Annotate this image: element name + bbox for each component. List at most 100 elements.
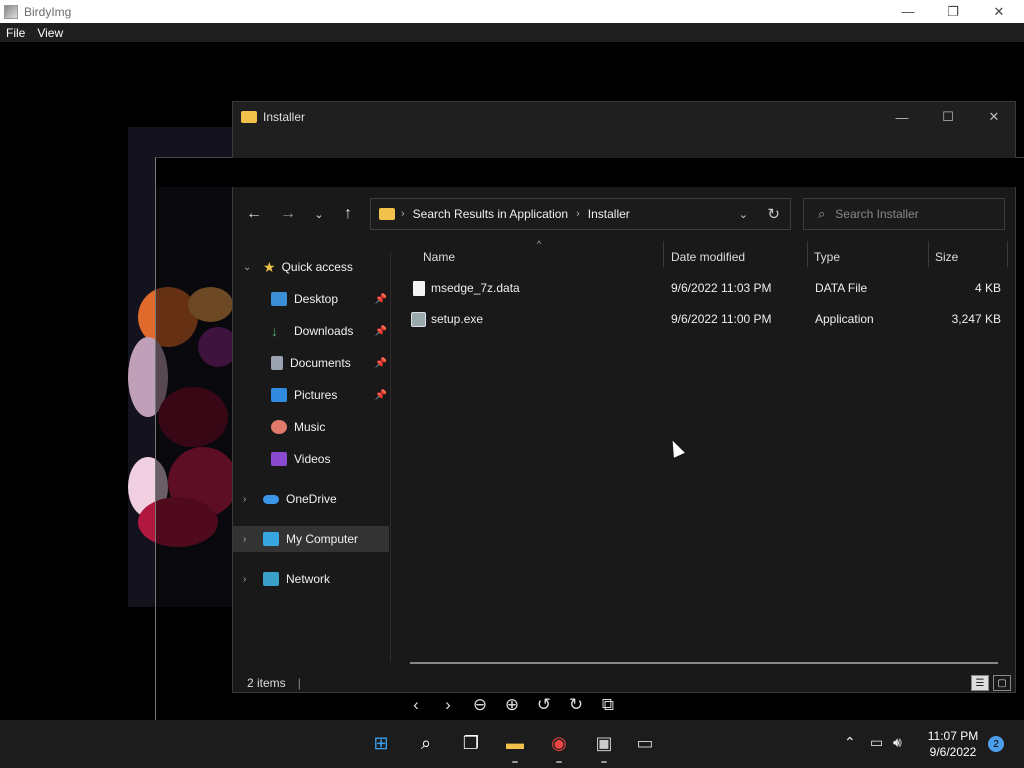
chrome-icon[interactable]: ◉: [546, 730, 572, 756]
column-separator[interactable]: [663, 241, 664, 267]
document-icon: [271, 356, 283, 370]
sidebar-item-documents[interactable]: Documents 📌: [233, 350, 389, 376]
task-view-icon[interactable]: ❐: [458, 730, 484, 756]
maximize-button[interactable]: ❐: [930, 0, 976, 23]
rotate-left-icon[interactable]: ↺: [528, 695, 560, 715]
clock-time: 11:07 PM: [927, 729, 979, 743]
recent-chevron-icon[interactable]: ⌄: [304, 199, 334, 229]
address-bar[interactable]: › Search Results in Application › Instal…: [370, 198, 791, 230]
column-separator[interactable]: [807, 241, 808, 267]
app-titlebar: BirdyImg — ❐ ✕: [0, 0, 1024, 23]
network-icon[interactable]: ▭: [870, 734, 883, 751]
sort-ascending-icon: ^: [537, 239, 542, 249]
app-menubar: File View: [0, 23, 1024, 42]
zoom-in-icon[interactable]: ⊕: [496, 695, 528, 715]
column-date-modified[interactable]: Date modified: [671, 245, 745, 269]
chevron-right-icon[interactable]: ›: [243, 534, 246, 545]
thumbnail-view-icon[interactable]: ▢: [993, 675, 1011, 691]
app-icon: [4, 4, 18, 19]
gallery-icon[interactable]: ⧉: [592, 695, 624, 715]
start-icon[interactable]: ⊞: [368, 730, 394, 756]
explorer-titlebar: Installer — ☐ ✕: [233, 102, 1015, 132]
search-input[interactable]: ⌕ Search Installer: [803, 198, 1005, 230]
column-separator[interactable]: [928, 241, 929, 267]
details-view-icon[interactable]: ☰: [971, 675, 989, 691]
notification-badge[interactable]: 2: [988, 736, 1004, 752]
search-icon[interactable]: ⌕: [413, 730, 439, 756]
sidebar-item-videos[interactable]: Videos: [233, 446, 389, 472]
rotate-right-icon[interactable]: ↻: [560, 695, 592, 715]
birdyimg-icon[interactable]: ▣: [591, 730, 617, 756]
pin-icon[interactable]: 📌: [375, 294, 387, 305]
close-button[interactable]: ✕: [976, 0, 1022, 23]
sidebar-item-music[interactable]: Music: [233, 414, 389, 440]
exe-icon: [411, 312, 426, 327]
sidebar-item-onedrive[interactable]: › OneDrive: [233, 486, 389, 512]
file-explorer-icon[interactable]: ▬: [502, 730, 528, 756]
explorer-maximize-button[interactable]: ☐: [925, 102, 971, 132]
file-row[interactable]: setup.exe 9/6/2022 11:00 PM Application …: [391, 304, 1015, 334]
back-arrow-icon[interactable]: ←: [239, 199, 269, 229]
sidebar-item-my-computer[interactable]: › My Computer: [233, 526, 389, 552]
file-row[interactable]: msedge_7z.data 9/6/2022 11:03 PM DATA Fi…: [391, 273, 1015, 303]
taskbar: ⊞ ⌕ ❐ ▬ ◉ ▣ ▭ ⌃ ▭ 🔊︎ 11:07 PM 9/6/2022 2: [0, 720, 1024, 768]
forward-arrow-icon[interactable]: →: [273, 199, 303, 229]
file-type: DATA File: [815, 281, 868, 295]
search-placeholder: Search Installer: [835, 207, 919, 221]
chevron-down-icon[interactable]: ⌄: [243, 262, 251, 273]
clock-date: 9/6/2022: [929, 745, 977, 759]
music-icon: [271, 420, 287, 434]
terminal-icon[interactable]: ▭: [632, 730, 658, 756]
breadcrumb-search-results[interactable]: Search Results in Application: [413, 207, 568, 221]
column-name[interactable]: Name: [423, 245, 455, 269]
item-count: 2 items: [247, 676, 286, 690]
app-title: BirdyImg: [24, 4, 72, 19]
file-type: Application: [815, 312, 874, 326]
explorer-close-button[interactable]: ✕: [971, 102, 1017, 132]
clock[interactable]: 11:07 PM 9/6/2022: [920, 728, 986, 760]
file-size: 3,247 KB: [951, 312, 1001, 326]
pin-icon[interactable]: 📌: [375, 326, 387, 337]
star-icon: ★: [263, 258, 276, 275]
folder-icon: [241, 111, 257, 123]
sidebar-item-desktop[interactable]: Desktop 📌: [233, 286, 389, 312]
column-size[interactable]: Size: [935, 245, 958, 269]
computer-icon: [263, 532, 279, 546]
zoom-out-icon[interactable]: ⊖: [464, 695, 496, 715]
videos-icon: [271, 452, 287, 466]
folder-icon: [379, 208, 395, 220]
desktop-icon: [271, 292, 287, 306]
refresh-icon[interactable]: ↻: [767, 205, 780, 223]
sidebar-item-pictures[interactable]: Pictures 📌: [233, 382, 389, 408]
up-arrow-icon[interactable]: ↑: [333, 199, 363, 229]
volume-icon[interactable]: 🔊︎: [893, 734, 902, 751]
menu-file[interactable]: File: [0, 26, 31, 40]
menu-view[interactable]: View: [31, 26, 69, 40]
chevron-up-icon[interactable]: ⌃: [844, 734, 856, 751]
pictures-icon: [271, 388, 287, 402]
overlay-strip: [156, 158, 1017, 187]
explorer-minimize-button[interactable]: —: [879, 102, 925, 132]
breadcrumb-installer[interactable]: Installer: [588, 207, 630, 221]
file-name: setup.exe: [431, 312, 484, 326]
file-icon: [413, 281, 425, 296]
next-icon[interactable]: ›: [432, 695, 464, 715]
pin-icon[interactable]: 📌: [375, 358, 387, 369]
navigation-pane: ⌄ ★ Quick access Desktop 📌 ↓ Downloads 📌…: [233, 252, 391, 662]
horizontal-scrollbar[interactable]: [410, 662, 998, 664]
navigation-bar: ← → ⌄ ↑ › Search Results in Application …: [233, 187, 1017, 241]
column-type[interactable]: Type: [814, 245, 840, 269]
viewer-toolbar: ‹ › ⊖ ⊕ ↺ ↻ ⧉: [0, 690, 1024, 720]
chevron-right-icon[interactable]: ›: [243, 494, 246, 505]
chevron-right-icon[interactable]: ›: [243, 574, 246, 585]
sidebar-item-downloads[interactable]: ↓ Downloads 📌: [233, 318, 389, 344]
previous-icon[interactable]: ‹: [400, 695, 432, 715]
column-separator[interactable]: [1007, 241, 1008, 267]
minimize-button[interactable]: —: [885, 0, 931, 23]
network-icon: [263, 572, 279, 586]
chevron-down-icon[interactable]: ⌄: [739, 208, 748, 221]
pin-icon[interactable]: 📌: [375, 390, 387, 401]
sidebar-item-quick-access[interactable]: ⌄ ★ Quick access: [233, 254, 389, 280]
sidebar-item-network[interactable]: › Network: [233, 566, 389, 592]
explorer-title: Installer: [263, 110, 306, 124]
